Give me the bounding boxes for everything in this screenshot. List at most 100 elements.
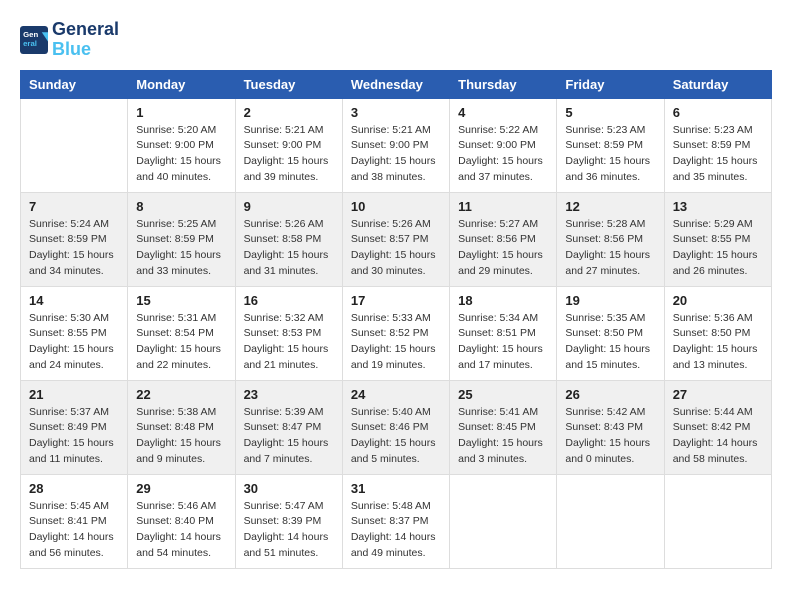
calendar-cell: 5Sunrise: 5:23 AMSunset: 8:59 PMDaylight… [557,98,664,192]
logo-text-blue: Blue [52,40,119,60]
calendar-cell: 22 Sunrise: 5:38 AMSunset: 8:48 PMDayligh… [128,380,235,474]
day-info: Sunrise: 5:25 AMSunset: 8:59 PMDaylight:… [136,217,226,280]
calendar-cell: 28Sunrise: 5:45 AMSunset: 8:41 PMDayligh… [21,474,128,568]
day-number: 2 [244,105,334,120]
day-number: 24 [351,387,441,402]
day-number: 29 [136,481,226,496]
calendar-cell: 26Sunrise: 5:42 AMSunset: 8:43 PMDayligh… [557,380,664,474]
weekday-header-friday: Friday [557,70,664,98]
day-info: Sunrise: 5:47 AMSunset: 8:39 PMDaylight:… [244,499,334,562]
day-info: Sunrise: 5:38 AMSunset: 8:48 PMDaylight:… [136,405,226,468]
calendar-cell: 6 Sunrise: 5:23 AMSunset: 8:59 PMDaylight… [664,98,771,192]
calendar-cell [664,474,771,568]
day-number: 25 [458,387,548,402]
day-info: Sunrise: 5:23 AMSunset: 8:59 PMDaylight:… [673,123,763,186]
day-number: 13 [673,199,763,214]
day-info: Sunrise: 5:27 AMSunset: 8:56 PMDaylight:… [458,217,548,280]
calendar-cell: 4Sunrise: 5:22 AMSunset: 9:00 PMDaylight… [450,98,557,192]
calendar-cell: 12 Sunrise: 5:28 AMSunset: 8:56 PMDayligh… [557,192,664,286]
day-number: 4 [458,105,548,120]
calendar-cell: 20 Sunrise: 5:36 AMSunset: 8:50 PMDayligh… [664,286,771,380]
calendar-cell: 31 Sunrise: 5:48 AMSunset: 8:37 PMDayligh… [342,474,449,568]
day-info: Sunrise: 5:37 AMSunset: 8:49 PMDaylight:… [29,405,119,468]
calendar-cell: 25 Sunrise: 5:41 AMSunset: 8:45 PMDayligh… [450,380,557,474]
day-info: Sunrise: 5:20 AMSunset: 9:00 PMDaylight:… [136,123,226,186]
week-row-1: 1 Sunrise: 5:20 AMSunset: 9:00 PMDaylight… [21,98,772,192]
day-number: 3 [351,105,441,120]
day-info: Sunrise: 5:34 AMSunset: 8:51 PMDaylight:… [458,311,548,374]
calendar-cell: 2 Sunrise: 5:21 AMSunset: 9:00 PMDaylight… [235,98,342,192]
day-number: 1 [136,105,226,120]
day-info: Sunrise: 5:33 AMSunset: 8:52 PMDaylight:… [351,311,441,374]
calendar-cell: 7 Sunrise: 5:24 AMSunset: 8:59 PMDaylight… [21,192,128,286]
calendar-cell: 17 Sunrise: 5:33 AMSunset: 8:52 PMDayligh… [342,286,449,380]
weekday-header-wednesday: Wednesday [342,70,449,98]
calendar-cell: 29 Sunrise: 5:46 AMSunset: 8:40 PMDayligh… [128,474,235,568]
calendar-cell: 21 Sunrise: 5:37 AMSunset: 8:49 PMDayligh… [21,380,128,474]
day-info: Sunrise: 5:30 AMSunset: 8:55 PMDaylight:… [29,311,119,374]
week-row-2: 7 Sunrise: 5:24 AMSunset: 8:59 PMDaylight… [21,192,772,286]
page-header: Gen eral General Blue [20,20,772,60]
calendar-cell: 18 Sunrise: 5:34 AMSunset: 8:51 PMDayligh… [450,286,557,380]
calendar-cell: 11 Sunrise: 5:27 AMSunset: 8:56 PMDayligh… [450,192,557,286]
calendar-cell: 30Sunrise: 5:47 AMSunset: 8:39 PMDayligh… [235,474,342,568]
calendar-cell: 8 Sunrise: 5:25 AMSunset: 8:59 PMDaylight… [128,192,235,286]
day-info: Sunrise: 5:21 AMSunset: 9:00 PMDaylight:… [244,123,334,186]
day-number: 8 [136,199,226,214]
calendar-header-row: SundayMondayTuesdayWednesdayThursdayFrid… [21,70,772,98]
calendar-cell [557,474,664,568]
day-number: 20 [673,293,763,308]
calendar-cell: 14 Sunrise: 5:30 AMSunset: 8:55 PMDayligh… [21,286,128,380]
day-number: 6 [673,105,763,120]
calendar-cell [21,98,128,192]
day-number: 22 [136,387,226,402]
weekday-header-tuesday: Tuesday [235,70,342,98]
calendar-cell: 9 Sunrise: 5:26 AMSunset: 8:58 PMDaylight… [235,192,342,286]
day-number: 19 [565,293,655,308]
day-number: 14 [29,293,119,308]
weekday-header-sunday: Sunday [21,70,128,98]
day-number: 11 [458,199,548,214]
calendar-cell: 27Sunrise: 5:44 AMSunset: 8:42 PMDayligh… [664,380,771,474]
day-info: Sunrise: 5:23 AMSunset: 8:59 PMDaylight:… [565,123,655,186]
day-info: Sunrise: 5:24 AMSunset: 8:59 PMDaylight:… [29,217,119,280]
day-info: Sunrise: 5:21 AMSunset: 9:00 PMDaylight:… [351,123,441,186]
weekday-header-saturday: Saturday [664,70,771,98]
svg-text:eral: eral [23,39,37,48]
week-row-3: 14 Sunrise: 5:30 AMSunset: 8:55 PMDayligh… [21,286,772,380]
day-number: 16 [244,293,334,308]
svg-text:Gen: Gen [23,30,38,39]
day-info: Sunrise: 5:28 AMSunset: 8:56 PMDaylight:… [565,217,655,280]
week-row-4: 21 Sunrise: 5:37 AMSunset: 8:49 PMDayligh… [21,380,772,474]
day-number: 9 [244,199,334,214]
calendar-cell: 3 Sunrise: 5:21 AMSunset: 9:00 PMDaylight… [342,98,449,192]
day-info: Sunrise: 5:31 AMSunset: 8:54 PMDaylight:… [136,311,226,374]
day-info: Sunrise: 5:42 AMSunset: 8:43 PMDaylight:… [565,405,655,468]
day-info: Sunrise: 5:41 AMSunset: 8:45 PMDaylight:… [458,405,548,468]
week-row-5: 28Sunrise: 5:45 AMSunset: 8:41 PMDayligh… [21,474,772,568]
day-info: Sunrise: 5:36 AMSunset: 8:50 PMDaylight:… [673,311,763,374]
day-number: 17 [351,293,441,308]
calendar-cell [450,474,557,568]
calendar-cell: 13Sunrise: 5:29 AMSunset: 8:55 PMDayligh… [664,192,771,286]
calendar-cell: 1 Sunrise: 5:20 AMSunset: 9:00 PMDaylight… [128,98,235,192]
day-info: Sunrise: 5:46 AMSunset: 8:40 PMDaylight:… [136,499,226,562]
logo-icon: Gen eral [20,26,48,54]
weekday-header-thursday: Thursday [450,70,557,98]
day-number: 18 [458,293,548,308]
calendar-cell: 23Sunrise: 5:39 AMSunset: 8:47 PMDayligh… [235,380,342,474]
day-info: Sunrise: 5:45 AMSunset: 8:41 PMDaylight:… [29,499,119,562]
day-info: Sunrise: 5:40 AMSunset: 8:46 PMDaylight:… [351,405,441,468]
logo: Gen eral General Blue [20,20,119,60]
day-number: 7 [29,199,119,214]
day-number: 27 [673,387,763,402]
day-number: 21 [29,387,119,402]
calendar-cell: 15Sunrise: 5:31 AMSunset: 8:54 PMDayligh… [128,286,235,380]
day-info: Sunrise: 5:48 AMSunset: 8:37 PMDaylight:… [351,499,441,562]
day-number: 12 [565,199,655,214]
calendar-cell: 19Sunrise: 5:35 AMSunset: 8:50 PMDayligh… [557,286,664,380]
day-info: Sunrise: 5:32 AMSunset: 8:53 PMDaylight:… [244,311,334,374]
day-info: Sunrise: 5:39 AMSunset: 8:47 PMDaylight:… [244,405,334,468]
day-info: Sunrise: 5:26 AMSunset: 8:58 PMDaylight:… [244,217,334,280]
day-number: 31 [351,481,441,496]
